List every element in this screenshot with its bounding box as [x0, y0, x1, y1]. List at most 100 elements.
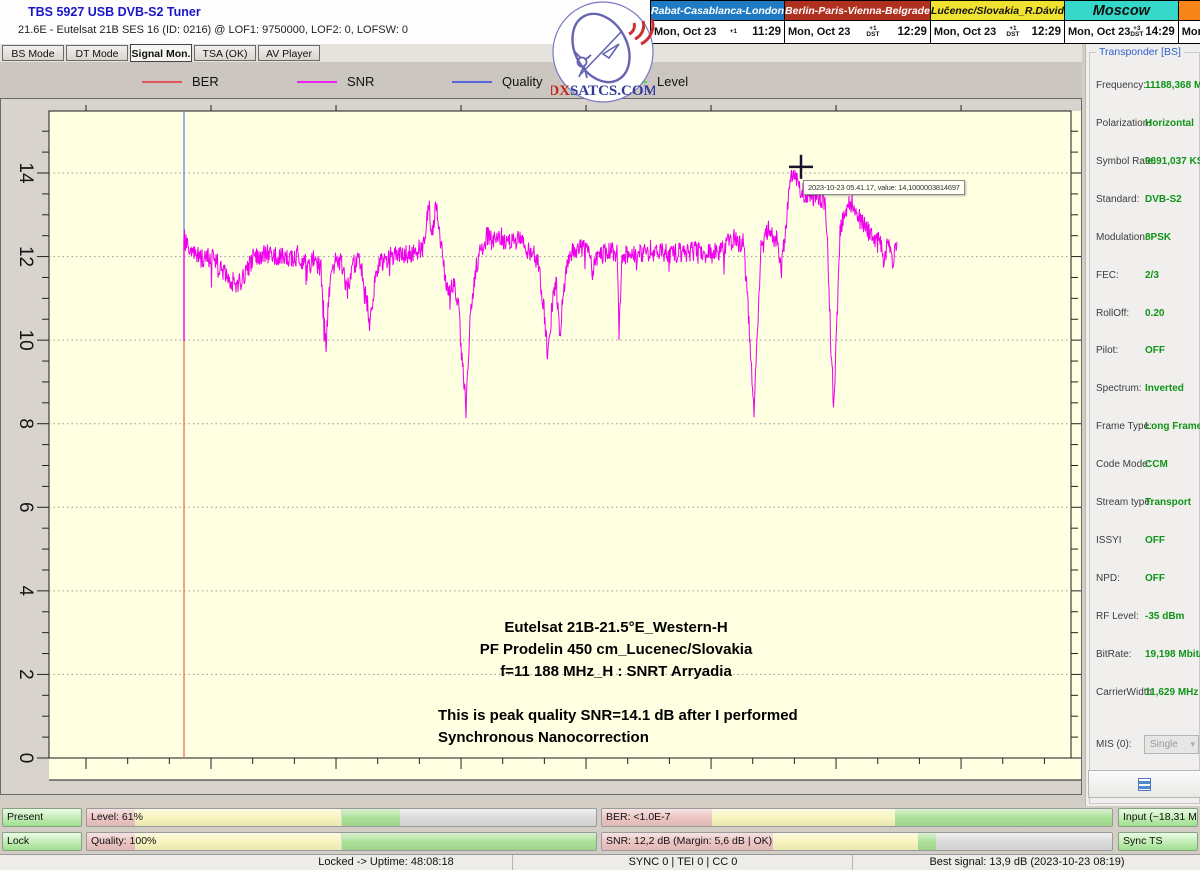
mis-label: MIS (0): — [1096, 739, 1132, 750]
svg-text:0: 0 — [15, 753, 36, 764]
tp-row-polarization: Polarization:Horizontal — [1096, 118, 1196, 132]
app-title: TBS 5927 USB DVB-S2 Tuner — [28, 5, 201, 19]
tp-row-rf-level: RF Level:-35 dBm — [1096, 611, 1196, 625]
svg-text:14: 14 — [15, 162, 36, 184]
clock-panel-rabat: Rabat-Casablanca-London Mon, Oct 23 +1 1… — [651, 1, 784, 43]
clock-panel-lucenec: Lučenec/Slovakia_R.Dávid Mon, Oct 23 +1D… — [930, 1, 1064, 43]
input-rate-badge: Input (~18,31 Mbps) — [1118, 808, 1198, 827]
meter-zone — [773, 833, 918, 850]
tab-tsa[interactable]: TSA (OK) — [194, 45, 256, 61]
stream-list-button[interactable] — [1088, 770, 1200, 798]
transponder-sidebar: Transponder [BS] Frequency:11188,368 MHz… — [1085, 44, 1200, 806]
tp-row-symbol-rate: Symbol Rate:9691,037 KS/s — [1096, 156, 1196, 170]
legend-item-snr: SNR — [297, 74, 374, 89]
tab-av-player[interactable]: AV Player — [258, 45, 320, 61]
clock-utc-offset: +1 — [730, 29, 737, 36]
tp-row-standard: Standard:DVB-S2 — [1096, 194, 1196, 208]
tp-row-code-mode: Code Mode:CCM — [1096, 459, 1196, 473]
tp-row-bitrate: BitRate:19,198 Mbit/s — [1096, 649, 1196, 663]
clock-date: Mon, Oct 23 — [934, 26, 996, 38]
list-icon — [1138, 778, 1151, 791]
lock-badge: Lock — [2, 832, 82, 851]
tp-row-fec: FEC:2/3 — [1096, 270, 1196, 284]
tp-row-modulation: Modulation:8PSK — [1096, 232, 1196, 246]
meter-zone — [918, 833, 936, 850]
clock-panel-dubai: Dubai Mon, Oct 23 +4 14:29 — [1178, 1, 1200, 43]
meter-zone — [135, 809, 341, 826]
svg-text:8: 8 — [15, 418, 36, 429]
logo-text: DXSATCS.COM — [551, 83, 655, 99]
meter-zone — [342, 833, 597, 850]
meter-zone — [712, 809, 896, 826]
clock-dst-flag: DST — [1006, 32, 1019, 39]
legend-item-quality: Quality — [452, 74, 542, 89]
world-clocks: Rabat-Casablanca-London Mon, Oct 23 +1 1… — [650, 0, 1200, 44]
chart-annotation-header: Eutelsat 21B-21.5°E_Western-H PF Prodeli… — [401, 617, 831, 683]
status-bar: Locked -> Uptime: 48:08:18 SYNC 0 | TEI … — [0, 854, 1200, 870]
svg-text:2: 2 — [15, 669, 36, 680]
clock-panel-berlin: Berlin-Paris-Vienna-Belgrade Mon, Oct 23… — [784, 1, 930, 43]
clock-date: Mon, Oct 23 — [1182, 26, 1200, 38]
mis-dropdown[interactable]: Single▾ — [1144, 735, 1199, 754]
tab-bar: BS Mode DT Mode Signal Mon. TSA (OK) AV … — [0, 44, 1082, 62]
chart-annotation-note: This is peak quality SNR=14.1 dB after I… — [438, 705, 858, 749]
clock-time: 12:29 — [897, 26, 926, 38]
clock-date: Mon, Oct 23 — [654, 26, 716, 38]
clock-city: Dubai — [1179, 1, 1200, 21]
clock-city: Berlin-Paris-Vienna-Belgrade — [785, 1, 930, 21]
tp-row-frame-type: Frame Type:Long Frame — [1096, 421, 1196, 435]
svg-text:4: 4 — [15, 586, 36, 597]
chevron-down-icon: ▾ — [1190, 736, 1195, 753]
chart-legend: BER SNR Quality Level — [0, 62, 1082, 98]
clock-date: Mon, Oct 23 — [1068, 26, 1130, 38]
tp-row-npd: NPD:OFF — [1096, 573, 1196, 587]
level-meter: Level: 61% — [86, 808, 597, 827]
clock-city: Moscow — [1065, 1, 1178, 21]
snr-meter: SNR: 12,2 dB (Margin: 5,6 dB | OK) — [601, 832, 1113, 851]
meter-zone — [135, 833, 341, 850]
tab-signal-mon[interactable]: Signal Mon. — [130, 44, 192, 62]
ber-line-swatch — [142, 81, 182, 83]
clock-time: 11:29 — [752, 26, 781, 38]
clock-panel-moscow: Moscow Mon, Oct 23 +3DST 14:29 — [1064, 1, 1178, 43]
value-tooltip: 2023-10-23 05.41.17, value: 14,100000381… — [803, 180, 965, 195]
tuner-subtitle: 21.6E - Eutelsat 21B SES 16 (ID: 0216) @… — [18, 24, 408, 36]
meter-zone — [895, 809, 1112, 826]
snr-line-swatch — [297, 81, 337, 83]
meter-zone — [342, 809, 401, 826]
quality-meter: Quality: 100% — [86, 832, 597, 851]
clock-time: 12:29 — [1032, 26, 1061, 38]
signal-chart-canvas[interactable]: 14121086420 — [1, 99, 1081, 794]
status-sync-counters: SYNC 0 | TEI 0 | CC 0 — [512, 855, 853, 870]
y-axis-labels: 14121086420 — [15, 162, 36, 763]
dxsatcs-logo: DXSATCS.COM — [551, 0, 655, 104]
tp-row-rolloff: RollOff:0.20 — [1096, 308, 1196, 322]
bottom-axis-strip — [49, 758, 1081, 780]
clock-time: 14:29 — [1145, 26, 1174, 38]
tab-dt-mode[interactable]: DT Mode — [66, 45, 128, 61]
present-badge: Present — [2, 808, 82, 827]
transponder-groupbox: Transponder [BS] Frequency:11188,368 MHz… — [1089, 52, 1200, 804]
tbs-tuner-window: TBS 5927 USB DVB-S2 Tuner 21.6E - Eutels… — [0, 0, 1200, 870]
tp-row-carrier-width: CarrierWidth:11,629 MHz — [1096, 687, 1196, 701]
clock-city: Rabat-Casablanca-London — [651, 1, 784, 21]
signal-chart[interactable]: 14121086420 Eutelsat 21B-21.5°E_Western-… — [0, 98, 1082, 795]
status-uptime: Locked -> Uptime: 48:08:18 — [0, 855, 512, 870]
tp-row-spectrum: Spectrum:Inverted — [1096, 383, 1196, 397]
tp-row-frequency: Frequency:11188,368 MHz — [1096, 80, 1196, 94]
status-best-signal: Best signal: 13,9 dB (2023-10-23 08:19) — [852, 855, 1200, 870]
transponder-header: Transponder [BS] — [1096, 46, 1184, 58]
clock-date: Mon, Oct 23 — [788, 26, 850, 38]
svg-text:12: 12 — [15, 246, 36, 267]
clock-city: Lučenec/Slovakia_R.Dávid — [931, 1, 1064, 21]
meter-zone — [400, 809, 596, 826]
tp-row-stream-type: Stream type:Transport — [1096, 497, 1196, 511]
clock-dst-flag: DST — [1130, 32, 1143, 39]
meter-zone — [936, 833, 1112, 850]
clock-dst-flag: DST — [866, 32, 879, 39]
legend-item-ber: BER — [142, 74, 219, 89]
tab-bs-mode[interactable]: BS Mode — [2, 45, 64, 61]
tp-row-issyi: ISSYIOFF — [1096, 535, 1196, 549]
quality-line-swatch — [452, 81, 492, 83]
tp-row-pilot: Pilot:OFF — [1096, 345, 1196, 359]
